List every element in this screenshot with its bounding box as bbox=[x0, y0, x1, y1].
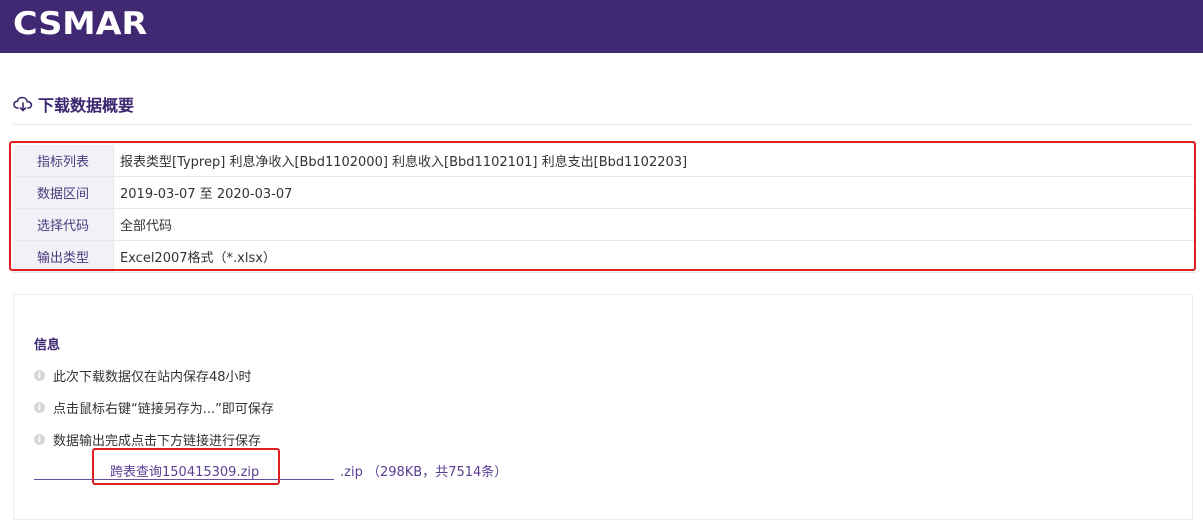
row-label-date-range: 数据区间 bbox=[13, 176, 114, 209]
info-icon: i bbox=[34, 434, 45, 445]
download-link-row: 跨表查询150415309.zip .zip （298KB，共7514条） bbox=[34, 459, 514, 483]
csmar-logo[interactable]: CSMAR bbox=[13, 6, 147, 42]
info-icon: i bbox=[34, 402, 45, 413]
info-icon: i bbox=[34, 370, 45, 381]
info-panel: 信息 i 此次下载数据仅在站内保存48小时 i 点击鼠标右键“链接另存为...”… bbox=[13, 294, 1193, 520]
table-row: 输出类型 Excel2007格式（*.xlsx） bbox=[13, 240, 1195, 273]
table-row: 指标列表 报表类型[Typrep] 利息净收入[Bbd1102000] 利息收入… bbox=[13, 145, 1195, 177]
row-label-codes: 选择代码 bbox=[13, 208, 114, 241]
row-value-codes: 全部代码 bbox=[113, 208, 1195, 241]
file-meta: .zip （298KB，共7514条） bbox=[340, 465, 508, 480]
info-item: i 数据输出完成点击下方链接进行保存 bbox=[34, 430, 261, 449]
section-title: 下载数据概要 bbox=[38, 96, 135, 115]
table-row: 选择代码 全部代码 bbox=[13, 208, 1195, 241]
info-text: 点击鼠标右键“链接另存为...”即可保存 bbox=[53, 402, 274, 417]
table-row: 数据区间 2019-03-07 至 2020-03-07 bbox=[13, 176, 1195, 209]
row-label-output-type: 输出类型 bbox=[13, 240, 114, 273]
top-header-bar: CSMAR bbox=[0, 0, 1203, 53]
divider bbox=[13, 124, 1193, 125]
row-value-output-type: Excel2007格式（*.xlsx） bbox=[113, 240, 1195, 273]
info-item: i 此次下载数据仅在站内保存48小时 bbox=[34, 366, 252, 385]
download-summary-table: 指标列表 报表类型[Typrep] 利息净收入[Bbd1102000] 利息收入… bbox=[13, 145, 1195, 273]
row-label-indicators: 指标列表 bbox=[13, 145, 114, 177]
info-text: 此次下载数据仅在站内保存48小时 bbox=[53, 370, 252, 385]
info-text: 数据输出完成点击下方链接进行保存 bbox=[53, 434, 262, 449]
row-value-date-range: 2019-03-07 至 2020-03-07 bbox=[113, 176, 1195, 209]
cloud-download-icon bbox=[13, 96, 33, 112]
download-file-link[interactable]: 跨表查询150415309.zip bbox=[110, 461, 259, 480]
info-heading: 信息 bbox=[34, 338, 61, 353]
row-value-indicators: 报表类型[Typrep] 利息净收入[Bbd1102000] 利息收入[Bbd1… bbox=[113, 145, 1195, 177]
info-item: i 点击鼠标右键“链接另存为...”即可保存 bbox=[34, 398, 274, 417]
section-header: 下载数据概要 bbox=[13, 93, 134, 115]
